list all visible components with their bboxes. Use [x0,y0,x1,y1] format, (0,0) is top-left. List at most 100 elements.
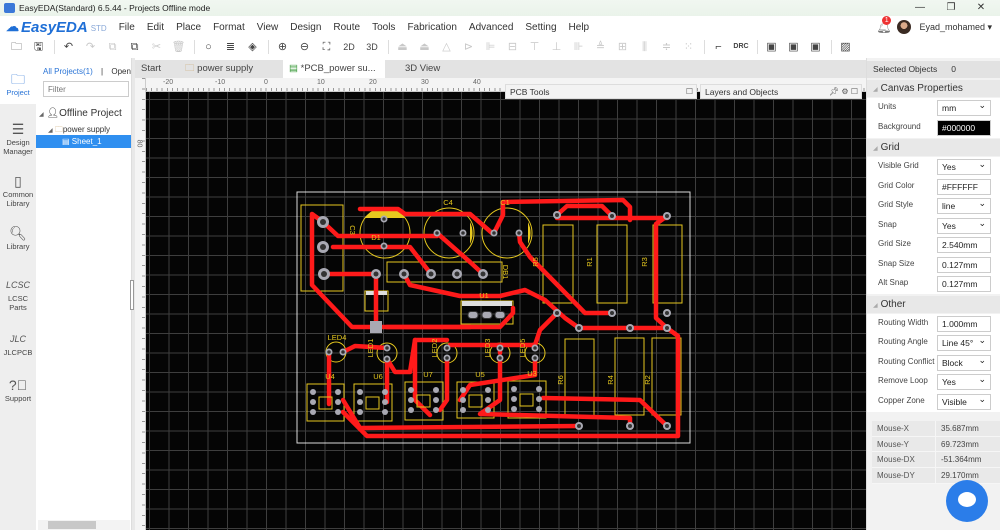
zoom-out-icon[interactable]: ⊖ [296,39,313,55]
layers-panel[interactable]: Layers and Objects 📌︎ ⚙ ☐ [700,84,862,99]
tree-sheet[interactable]: ▤ Sheet_1 [36,135,132,148]
paste-icon[interactable]: ⧉ [126,39,143,55]
menu-advanced[interactable]: Advanced [469,22,513,33]
tab-3d-view[interactable]: 3D View [385,60,465,78]
arrange-icon[interactable]: ⁙ [680,39,697,55]
export-image-icon[interactable]: ▨ [837,39,854,55]
fit-view-icon[interactable]: ⛶ [318,39,335,55]
view-2d-button[interactable]: 2D [340,39,358,55]
view-3d-button[interactable]: 3D [363,39,381,55]
layers-icon[interactable]: ◈ [244,39,261,55]
spread-icon[interactable]: ≑ [658,39,675,55]
find-list-icon[interactable]: ≣ [222,39,239,55]
menu-edit[interactable]: Edit [147,22,164,33]
sidebar-item-jlcpcb[interactable]: JLC JLCPCB [0,330,36,357]
property-input[interactable]: #FFFFFF [937,178,991,195]
menu-file[interactable]: File [119,22,135,33]
copy-icon[interactable]: ⧉ [104,39,121,55]
scrollbar-thumb[interactable] [48,521,96,529]
pick-place-icon[interactable]: ▣ [807,39,824,55]
horizontal-scrollbar[interactable] [38,520,130,530]
minimize-button[interactable]: — [905,0,935,16]
pin-icon[interactable]: 📌︎ [829,87,839,96]
menu-setting[interactable]: Setting [525,22,556,33]
search-icon[interactable]: ○ [200,39,217,55]
menu-help[interactable]: Help [569,22,590,33]
property-select[interactable]: Yes [937,157,991,175]
distribute-v-icon[interactable]: ⊤ [526,39,543,55]
menu-route[interactable]: Route [333,22,360,33]
restore-button[interactable]: ❐ [936,0,966,16]
property-select[interactable]: mm [937,98,991,116]
menu-view[interactable]: View [257,22,279,33]
collapse-handle[interactable] [130,280,134,310]
collapse-icon[interactable]: ◢ [873,87,878,93]
close-button[interactable]: ✕ [966,0,996,16]
sidebar-item-library[interactable]: 🔍︎ Library [0,224,36,251]
sidebar-item-lcsc-parts[interactable]: LCSC LCSC Parts [0,276,36,312]
align-grid-icon[interactable]: ⊥ [548,39,565,55]
property-input[interactable]: 2.540mm [937,237,991,253]
menu-tools[interactable]: Tools [372,22,395,33]
distribute-h-icon[interactable]: ⊟ [504,39,521,55]
avatar[interactable] [897,20,912,34]
cut-icon[interactable]: ✂ [148,39,165,55]
sidebar-item-support[interactable]: ?⃝ Support [0,376,36,403]
group-icon[interactable]: ⊞ [614,39,631,55]
property-input[interactable]: 1.000mm [937,315,991,332]
maximize-icon[interactable]: ☐ [686,85,693,99]
pcb-drawing[interactable]: C3 C4 C1 D1 DB1 U1 R5 R1 R3 R6 R4 R2 LED4 LED1 LED2 LED… [146,92,866,530]
menu-place[interactable]: Place [176,22,201,33]
align-right-icon[interactable]: ⊫ [482,39,499,55]
property-select[interactable]: Visible [937,392,991,410]
grid-header[interactable]: ◢ Grid [867,139,1000,156]
open-tab[interactable]: Open [111,67,131,76]
gear-icon[interactable]: ⚙ [841,87,848,96]
menu-design[interactable]: Design [290,22,321,33]
tab-start[interactable]: Start [135,60,179,78]
align-top-icon[interactable]: ⏏ [394,39,411,55]
property-select[interactable]: Line 45° [937,333,991,351]
user-menu[interactable]: Eyad_mohamed ▾ [919,22,992,33]
property-select[interactable]: line [937,196,991,214]
property-select[interactable]: Block [937,353,991,371]
menu-format[interactable]: Format [213,22,245,33]
property-select[interactable]: Yes [937,372,991,390]
align-vcenter-icon[interactable]: ⊪ [570,39,587,55]
tab-power-supply[interactable]: 🗀︎ power supply [179,60,283,78]
expand-icon[interactable]: ◢ [39,112,44,118]
open-icon[interactable]: 🗀︎ [8,39,25,55]
bom-icon[interactable]: ▣ [763,39,780,55]
pcb-tools-panel[interactable]: PCB Tools ☐ [505,84,697,99]
other-header[interactable]: ◢ Other [867,295,1000,313]
expand-icon[interactable]: ◢ [48,128,53,134]
ungroup-icon[interactable]: ⫼ [636,39,653,55]
property-input[interactable]: 0.127mm [937,256,991,273]
drc-button[interactable]: DRC [732,39,750,55]
pcb-canvas[interactable]: C3 C4 C1 D1 DB1 U1 R5 R1 R3 R6 R4 R2 LED4 LED1 LED2 LED… [146,92,866,530]
notification-bell-icon[interactable]: 🔔︎ 1 [876,16,891,34]
align-hcenter-icon[interactable]: ≜ [592,39,609,55]
property-input[interactable]: 0.127mm [937,276,991,292]
property-input[interactable]: #000000 [937,119,991,136]
menu-fabrication[interactable]: Fabrication [407,22,456,33]
sidebar-item-project[interactable]: 🗀︎ Project [0,58,36,104]
property-select[interactable]: Yes [937,216,991,234]
gerber-icon[interactable]: ▣ [785,39,802,55]
route-icon[interactable]: ⌐ [710,39,727,55]
align-center-icon[interactable]: ⏏ [416,39,433,55]
align-bottom-icon[interactable]: △ [438,39,455,55]
chat-button[interactable] [946,480,988,522]
redo-icon[interactable]: ↷ [82,39,99,55]
undo-icon[interactable]: ↶ [60,39,77,55]
all-projects-tab[interactable]: All Projects(1) [43,67,93,76]
filter-input[interactable] [43,81,129,97]
delete-icon[interactable]: 🗑︎ [170,39,187,55]
tab-pcb[interactable]: ▤ *PCB_power su... [283,60,385,78]
sidebar-item-design-manager[interactable]: ☰ Design Manager [0,120,36,156]
canvas-properties-header[interactable]: ◢ Canvas Properties [867,80,1000,97]
collapse-icon[interactable]: ◢ [873,146,878,152]
zoom-in-icon[interactable]: ⊕ [274,39,291,55]
sidebar-item-common-library[interactable]: ▯ Common Library [0,172,36,208]
align-left-icon[interactable]: ⊳ [460,39,477,55]
